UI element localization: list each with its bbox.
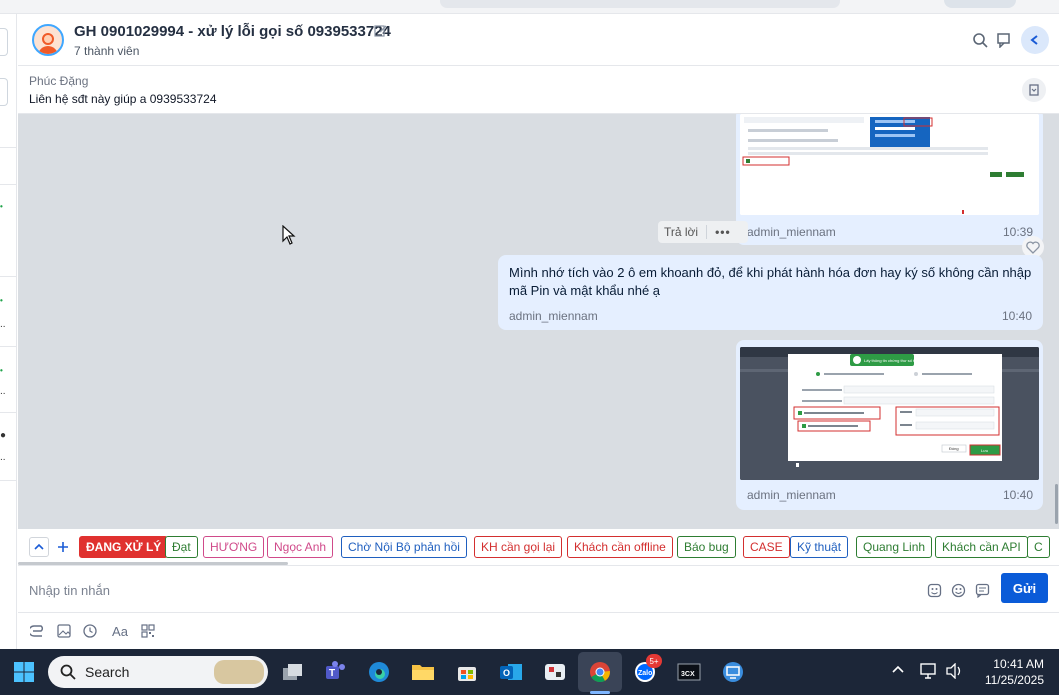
label-tag[interactable]: Khách cần API: [935, 536, 1028, 558]
pinned-text: Liên hệ sđt này giúp a 0939533724: [29, 92, 217, 106]
edge-icon[interactable]: [364, 657, 394, 687]
3cx-icon[interactable]: 3CX: [674, 657, 704, 687]
message-area[interactable]: admin_miennam 10:39 Trả lời ••• Mình nhớ…: [18, 114, 1059, 529]
label-tag[interactable]: Báo bug: [677, 536, 736, 558]
message-image[interactable]: Lấy thông tin chứng thư số thành công Đó…: [740, 347, 1039, 480]
label-tag[interactable]: Đạt: [165, 536, 198, 558]
send-button[interactable]: Gửi: [1001, 573, 1048, 603]
mouse-cursor: [282, 224, 296, 248]
chat-header: GH 0901029994 - xử lý lỗi gọi số 0939533…: [18, 14, 1059, 66]
label-tag[interactable]: HƯƠNG: [203, 536, 265, 558]
dialog-close: Đóng: [949, 446, 959, 451]
reply-button[interactable]: Trả lời: [658, 225, 708, 239]
browser-top-strip: [0, 0, 1059, 14]
image-icon[interactable]: [55, 622, 73, 640]
conversation-item[interactable]: [0, 78, 8, 106]
windows-taskbar: Search T O Zalo 5+ 3CX 10:41 AM 11/25/20…: [0, 649, 1059, 695]
edit-icon[interactable]: [374, 24, 387, 40]
composer-toolbar: Aa: [18, 613, 1059, 649]
chat-panel-icon[interactable]: [994, 30, 1014, 50]
more-options-icon[interactable]: •••: [707, 225, 731, 239]
pinned-message[interactable]: Phúc Đặng Liên hệ sđt này giúp a 0939533…: [18, 66, 1059, 114]
dialog-save: Lưu: [981, 448, 988, 453]
top-avatar-pill[interactable]: [944, 0, 1016, 8]
composer: Nhập tin nhắn Gửi: [18, 565, 1059, 613]
sticker-icon[interactable]: [925, 581, 943, 599]
active-app-indicator: [590, 691, 610, 694]
store-icon[interactable]: [452, 657, 482, 687]
taskbar-search[interactable]: Search: [48, 656, 268, 688]
message-actions: Trả lời •••: [658, 221, 748, 243]
dialog-title: Lấy thông tin chứng thư số thành công: [864, 358, 933, 363]
text-format-icon[interactable]: Aa: [109, 622, 131, 640]
snipping-tool-icon[interactable]: [540, 657, 570, 687]
search-icon: [60, 664, 76, 680]
attachment-icon[interactable]: [29, 622, 47, 640]
volume-icon[interactable]: [945, 662, 963, 682]
pinned-sender: Phúc Đặng: [29, 74, 89, 88]
label-tag[interactable]: CASE: [743, 536, 790, 558]
add-label-button[interactable]: [53, 537, 73, 557]
chrome-icon[interactable]: [585, 657, 615, 687]
message-time: 10:40: [1002, 309, 1033, 323]
file-explorer-icon[interactable]: [408, 657, 438, 687]
message-bubble[interactable]: admin_miennam 10:39: [736, 114, 1043, 245]
label-tag[interactable]: Ngọc Anh: [267, 536, 334, 558]
svg-text:T: T: [329, 668, 335, 679]
label-tag[interactable]: C: [1027, 536, 1050, 558]
group-avatar[interactable]: [32, 24, 64, 56]
taskbar-search-label: Search: [85, 664, 130, 680]
message-bubble[interactable]: Mình nhớ tích vào 2 ô em khoanh đỏ, để k…: [498, 255, 1043, 330]
chat-scrollbar[interactable]: [1055, 484, 1058, 524]
search-icon[interactable]: [970, 30, 990, 50]
svg-text:3CX: 3CX: [681, 671, 695, 678]
conversation-item[interactable]: [0, 28, 8, 56]
svg-text:Zalo: Zalo: [638, 670, 652, 677]
task-view-icon[interactable]: [278, 657, 308, 687]
svg-text:O: O: [503, 668, 510, 678]
message-text: Mình nhớ tích vào 2 ô em khoanh đỏ, để k…: [509, 265, 1032, 298]
label-tag[interactable]: Chờ Nội Bộ phản hồi: [341, 536, 467, 558]
message-sender: admin_miennam: [747, 488, 836, 502]
emoji-icon[interactable]: [949, 581, 967, 599]
message-sender: admin_miennam: [509, 309, 598, 323]
unpin-icon[interactable]: [1022, 78, 1046, 102]
message-bubble[interactable]: Lấy thông tin chứng thư số thành công Đó…: [736, 340, 1043, 510]
qr-code-icon[interactable]: [139, 622, 157, 640]
message-time: 10:40: [1003, 488, 1034, 502]
search-highlight-image: [214, 660, 264, 684]
windows-start-icon[interactable]: [9, 657, 39, 687]
clock-time: 10:41 AM: [993, 657, 1044, 671]
label-tag[interactable]: KH cần gọi lại: [474, 536, 563, 558]
clock-date: 11/25/2025: [984, 673, 1044, 687]
taskbar-clock[interactable]: 10:41 AM 11/25/2025: [972, 656, 1044, 688]
message-input[interactable]: Nhập tin nhắn: [29, 583, 110, 598]
label-bar: ĐANG XỬ LÝ Đạt HƯƠNG Ngọc Anh Chờ Nội Bộ phả…: [18, 529, 1059, 565]
chevron-up-icon[interactable]: [891, 663, 905, 678]
message-image[interactable]: [740, 114, 1039, 215]
notification-badge: 5+: [646, 654, 662, 668]
label-tag[interactable]: Quang Linh: [856, 536, 933, 558]
remote-desktop-icon[interactable]: [718, 657, 748, 687]
conversation-list-edge: • • .. • .. ● ..: [0, 14, 17, 654]
member-count[interactable]: 7 thành viên: [74, 44, 139, 58]
quick-message-icon[interactable]: [973, 581, 991, 599]
label-tag[interactable]: ĐANG XỬ LÝ: [79, 536, 169, 558]
outlook-icon[interactable]: O: [496, 657, 526, 687]
network-icon[interactable]: [920, 663, 938, 682]
collapse-labels-button[interactable]: [29, 537, 49, 557]
teams-icon[interactable]: T: [320, 657, 350, 687]
message-sender: admin_miennam: [747, 225, 836, 239]
chat-title[interactable]: GH 0901029994 - xử lý lỗi gọi số 0939533…: [74, 23, 391, 40]
clock-icon[interactable]: [81, 622, 99, 640]
label-tag[interactable]: Kỹ thuật: [790, 536, 849, 558]
collapse-panel-button[interactable]: [1021, 26, 1049, 54]
top-search-pill[interactable]: [440, 0, 840, 8]
label-tag[interactable]: Khách cần offline: [567, 536, 673, 558]
